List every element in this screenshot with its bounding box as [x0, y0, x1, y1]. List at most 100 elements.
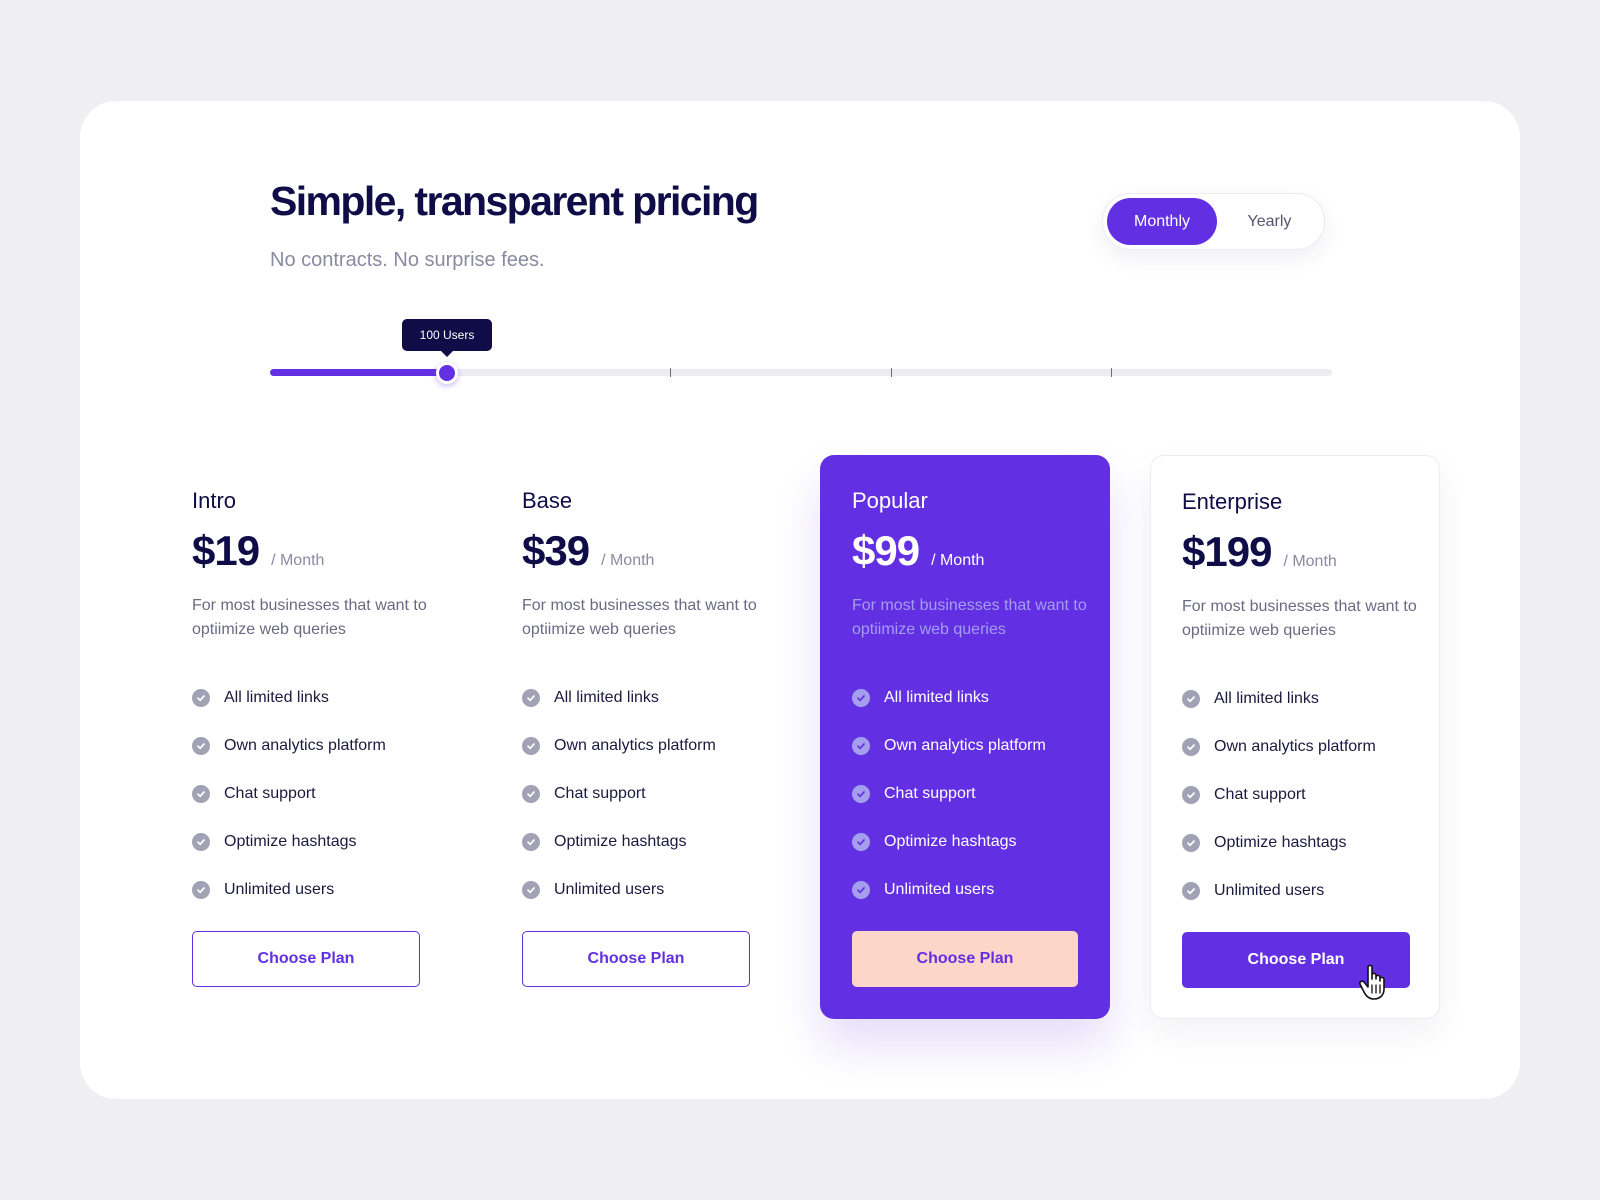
feature-list: All limited links Own analytics platform… — [192, 674, 386, 914]
choose-plan-button-popular[interactable]: Choose Plan — [852, 931, 1078, 987]
feature-list: All limited links Own analytics platform… — [1182, 675, 1376, 915]
hand-pointer-cursor-icon — [1359, 964, 1385, 1000]
feature-item: All limited links — [192, 674, 386, 722]
plan-description: For most businesses that want to optiimi… — [852, 597, 1087, 638]
price-row: $39 / Month — [522, 527, 654, 575]
feature-label: Own analytics platform — [884, 737, 1046, 754]
feature-item: Own analytics platform — [192, 722, 386, 770]
check-circle-icon — [192, 689, 210, 707]
feature-item: Optimize hashtags — [1182, 819, 1376, 867]
feature-item: Unlimited users — [852, 866, 1046, 914]
check-circle-icon — [522, 785, 540, 803]
plan-price: $39 — [522, 527, 590, 574]
slider-tick — [1111, 368, 1113, 377]
feature-item: Own analytics platform — [1182, 723, 1376, 771]
feature-label: Chat support — [224, 785, 316, 802]
page-subtitle: No contracts. No surprise fees. — [270, 249, 545, 271]
plan-price: $99 — [852, 527, 920, 574]
plan-name: Base — [522, 488, 573, 513]
slider-fill — [270, 369, 448, 376]
plan-period: / Month — [601, 552, 655, 569]
feature-label: Optimize hashtags — [884, 833, 1017, 850]
feature-label: Unlimited users — [224, 881, 335, 898]
check-circle-icon — [192, 737, 210, 755]
feature-item: Unlimited users — [1182, 867, 1376, 915]
billing-monthly-option[interactable]: Monthly — [1107, 198, 1217, 245]
check-circle-icon — [192, 881, 210, 899]
plan-name: Enterprise — [1182, 489, 1283, 514]
check-circle-icon — [522, 833, 540, 851]
feature-label: Unlimited users — [1214, 882, 1325, 899]
users-slider[interactable] — [270, 361, 1332, 384]
check-circle-icon — [1182, 738, 1200, 756]
page-title: Simple, transparent pricing — [270, 178, 759, 224]
choose-plan-button-intro[interactable]: Choose Plan — [192, 931, 420, 987]
feature-label: All limited links — [224, 689, 329, 706]
feature-list: All limited links Own analytics platform… — [852, 674, 1046, 914]
slider-tick — [891, 368, 893, 377]
plan-card-enterprise: Enterprise $199 / Month For most busines… — [1150, 455, 1440, 1019]
billing-yearly-option[interactable]: Yearly — [1217, 198, 1322, 245]
price-row: $199 / Month — [1182, 528, 1337, 576]
check-circle-icon — [852, 785, 870, 803]
feature-item: Chat support — [192, 770, 386, 818]
price-row: $19 / Month — [192, 527, 324, 575]
check-circle-icon — [1182, 882, 1200, 900]
check-circle-icon — [522, 737, 540, 755]
feature-item: All limited links — [522, 674, 716, 722]
feature-label: Optimize hashtags — [1214, 834, 1347, 851]
choose-plan-button-base[interactable]: Choose Plan — [522, 931, 750, 987]
feature-label: Chat support — [884, 785, 976, 802]
plan-card-intro: Intro $19 / Month For most businesses th… — [160, 455, 460, 1019]
feature-item: Optimize hashtags — [852, 818, 1046, 866]
feature-item: Own analytics platform — [852, 722, 1046, 770]
plan-card-base: Base $39 / Month For most businesses tha… — [490, 455, 790, 1019]
slider-thumb[interactable] — [436, 361, 459, 384]
check-circle-icon — [192, 833, 210, 851]
feature-label: All limited links — [1214, 690, 1319, 707]
plan-period: / Month — [1283, 553, 1337, 570]
feature-label: All limited links — [884, 689, 989, 706]
feature-item: All limited links — [852, 674, 1046, 722]
plan-price: $199 — [1182, 528, 1272, 575]
plan-price: $19 — [192, 527, 260, 574]
feature-label: Unlimited users — [554, 881, 665, 898]
feature-item: Chat support — [522, 770, 716, 818]
check-circle-icon — [852, 737, 870, 755]
feature-label: Chat support — [554, 785, 646, 802]
check-circle-icon — [522, 881, 540, 899]
plan-description: For most businesses that want to optiimi… — [192, 597, 427, 638]
feature-label: Own analytics platform — [554, 737, 716, 754]
plan-card-popular: Popular $99 / Month For most businesses … — [820, 455, 1110, 1019]
feature-item: Optimize hashtags — [192, 818, 386, 866]
plan-description: For most businesses that want to optiimi… — [522, 597, 757, 638]
feature-label: Optimize hashtags — [554, 833, 687, 850]
check-circle-icon — [1182, 690, 1200, 708]
slider-tick — [670, 368, 672, 377]
billing-toggle: Monthly Yearly — [1102, 193, 1325, 250]
feature-item: Own analytics platform — [522, 722, 716, 770]
feature-item: All limited links — [1182, 675, 1376, 723]
plan-name: Popular — [852, 488, 928, 513]
feature-item: Optimize hashtags — [522, 818, 716, 866]
feature-label: All limited links — [554, 689, 659, 706]
users-slider-tooltip: 100 Users — [402, 319, 492, 357]
plan-period: / Month — [931, 552, 985, 569]
price-row: $99 / Month — [852, 527, 984, 575]
feature-item: Unlimited users — [522, 866, 716, 914]
check-circle-icon — [522, 689, 540, 707]
check-circle-icon — [852, 881, 870, 899]
feature-label: Unlimited users — [884, 881, 995, 898]
feature-label: Own analytics platform — [1214, 738, 1376, 755]
feature-label: Own analytics platform — [224, 737, 386, 754]
plan-period: / Month — [271, 552, 325, 569]
feature-list: All limited links Own analytics platform… — [522, 674, 716, 914]
check-circle-icon — [192, 785, 210, 803]
feature-item: Chat support — [852, 770, 1046, 818]
plan-name: Intro — [192, 488, 237, 513]
plan-description: For most businesses that want to optiimi… — [1182, 598, 1417, 639]
check-circle-icon — [1182, 786, 1200, 804]
feature-item: Unlimited users — [192, 866, 386, 914]
feature-label: Chat support — [1214, 786, 1306, 803]
feature-item: Chat support — [1182, 771, 1376, 819]
